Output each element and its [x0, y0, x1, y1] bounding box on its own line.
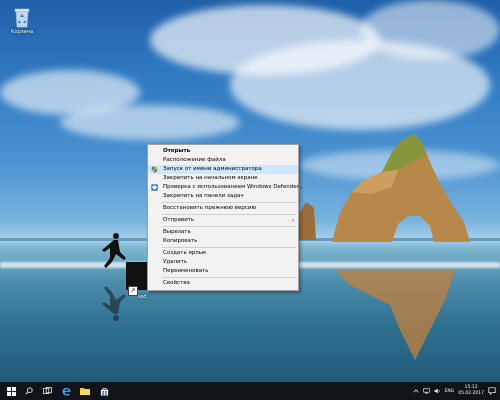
menu-item-label: Переименовать	[163, 268, 209, 274]
desktop-icon-label: Корзина	[10, 29, 34, 35]
menu-item-open-file-location[interactable]: Расположение файла	[148, 156, 298, 165]
menu-item-label: Закрепить на панели задач	[163, 193, 244, 199]
menu-separator	[162, 202, 296, 203]
store-icon	[100, 387, 108, 396]
menu-item-scan-defender[interactable]: Проверка с использованием Windows Defend…	[148, 183, 304, 192]
wallpaper-rock-reflection	[335, 270, 455, 360]
uac-shield-icon	[151, 166, 158, 173]
menu-separator	[162, 277, 296, 278]
menu-item-label: Создать ярлык	[163, 250, 207, 256]
menu-item-open[interactable]: Открыть	[148, 147, 298, 156]
menu-item-label: Копировать	[163, 238, 198, 244]
menu-item-pin-to-taskbar[interactable]: Закрепить на панели задач	[148, 192, 298, 201]
desktop[interactable]: Корзина ↗ ssd Открыть Расположение файла…	[0, 0, 500, 400]
menu-item-label: Открыть	[163, 148, 191, 154]
notification-center-icon[interactable]	[488, 387, 496, 395]
menu-item-label: Отправить	[163, 217, 195, 223]
menu-item-label: Закрепить на начальном экране	[163, 175, 258, 181]
shortcut-label: ssd	[138, 294, 147, 300]
shortcut-arrow-icon: ↗	[128, 286, 138, 296]
task-view-button[interactable]	[38, 382, 56, 400]
system-tray: ENG 15:12 05.02.2017	[412, 382, 496, 400]
menu-item-label: Запуск от имени администратора	[163, 166, 262, 172]
taskbar: ENG 15:12 05.02.2017	[0, 382, 500, 400]
menu-separator	[162, 247, 296, 248]
clock-date: 05.02.2017	[458, 391, 484, 396]
menu-item-rename[interactable]: Переименовать	[148, 267, 298, 276]
edge-browser-icon	[61, 387, 71, 396]
taskbar-app-store[interactable]	[95, 382, 113, 400]
wallpaper-cloud	[60, 105, 240, 140]
desktop-icon-recycle-bin[interactable]: Корзина	[5, 6, 39, 35]
wallpaper-rock-small	[298, 202, 316, 240]
menu-item-delete[interactable]: Удалить	[148, 258, 298, 267]
menu-item-run-as-admin[interactable]: Запуск от имени администратора	[148, 165, 298, 174]
menu-item-send-to[interactable]: Отправить ›	[148, 216, 298, 225]
menu-item-restore-previous-versions[interactable]: Восстановить прежнюю версию	[148, 204, 298, 213]
recycle-bin-icon	[14, 8, 30, 28]
search-button[interactable]	[20, 382, 38, 400]
menu-item-label: Расположение файла	[163, 157, 226, 163]
defender-icon	[151, 184, 158, 191]
wallpaper-runner-silhouette	[102, 233, 126, 268]
menu-item-properties[interactable]: Свойства	[148, 279, 298, 288]
taskbar-app-file-explorer[interactable]	[76, 382, 94, 400]
menu-item-label: Вырезать	[163, 229, 191, 235]
menu-item-label: Удалить	[163, 259, 188, 265]
taskbar-app-edge[interactable]	[57, 382, 75, 400]
volume-icon[interactable]	[434, 388, 441, 394]
network-icon[interactable]	[422, 388, 430, 394]
chevron-up-icon[interactable]	[412, 388, 419, 394]
input-language-indicator[interactable]: ENG	[445, 389, 455, 394]
file-explorer-icon	[80, 388, 90, 395]
task-view-icon	[42, 387, 52, 395]
menu-item-pin-to-start[interactable]: Закрепить на начальном экране	[148, 174, 298, 183]
menu-item-label: Восстановить прежнюю версию	[163, 205, 257, 211]
menu-item-create-shortcut[interactable]: Создать ярлык	[148, 249, 298, 258]
menu-separator	[162, 214, 296, 215]
start-button[interactable]	[2, 382, 20, 400]
chevron-right-icon: ›	[291, 217, 294, 224]
menu-item-label: Свойства	[163, 280, 190, 286]
menu-item-label: Проверка с использованием Windows Defend…	[163, 184, 304, 190]
menu-item-copy[interactable]: Копировать	[148, 237, 298, 246]
windows-start-icon	[6, 386, 16, 396]
wallpaper-cloud	[360, 0, 500, 60]
context-menu: Открыть Расположение файла Запуск от име…	[147, 144, 304, 291]
wallpaper-rock-arch	[332, 134, 470, 242]
clock[interactable]: 15:12 05.02.2017	[458, 385, 484, 397]
menu-item-cut[interactable]: Вырезать	[148, 228, 298, 237]
menu-separator	[162, 226, 296, 227]
wallpaper-runner-reflection	[102, 286, 126, 321]
search-icon	[25, 387, 33, 395]
